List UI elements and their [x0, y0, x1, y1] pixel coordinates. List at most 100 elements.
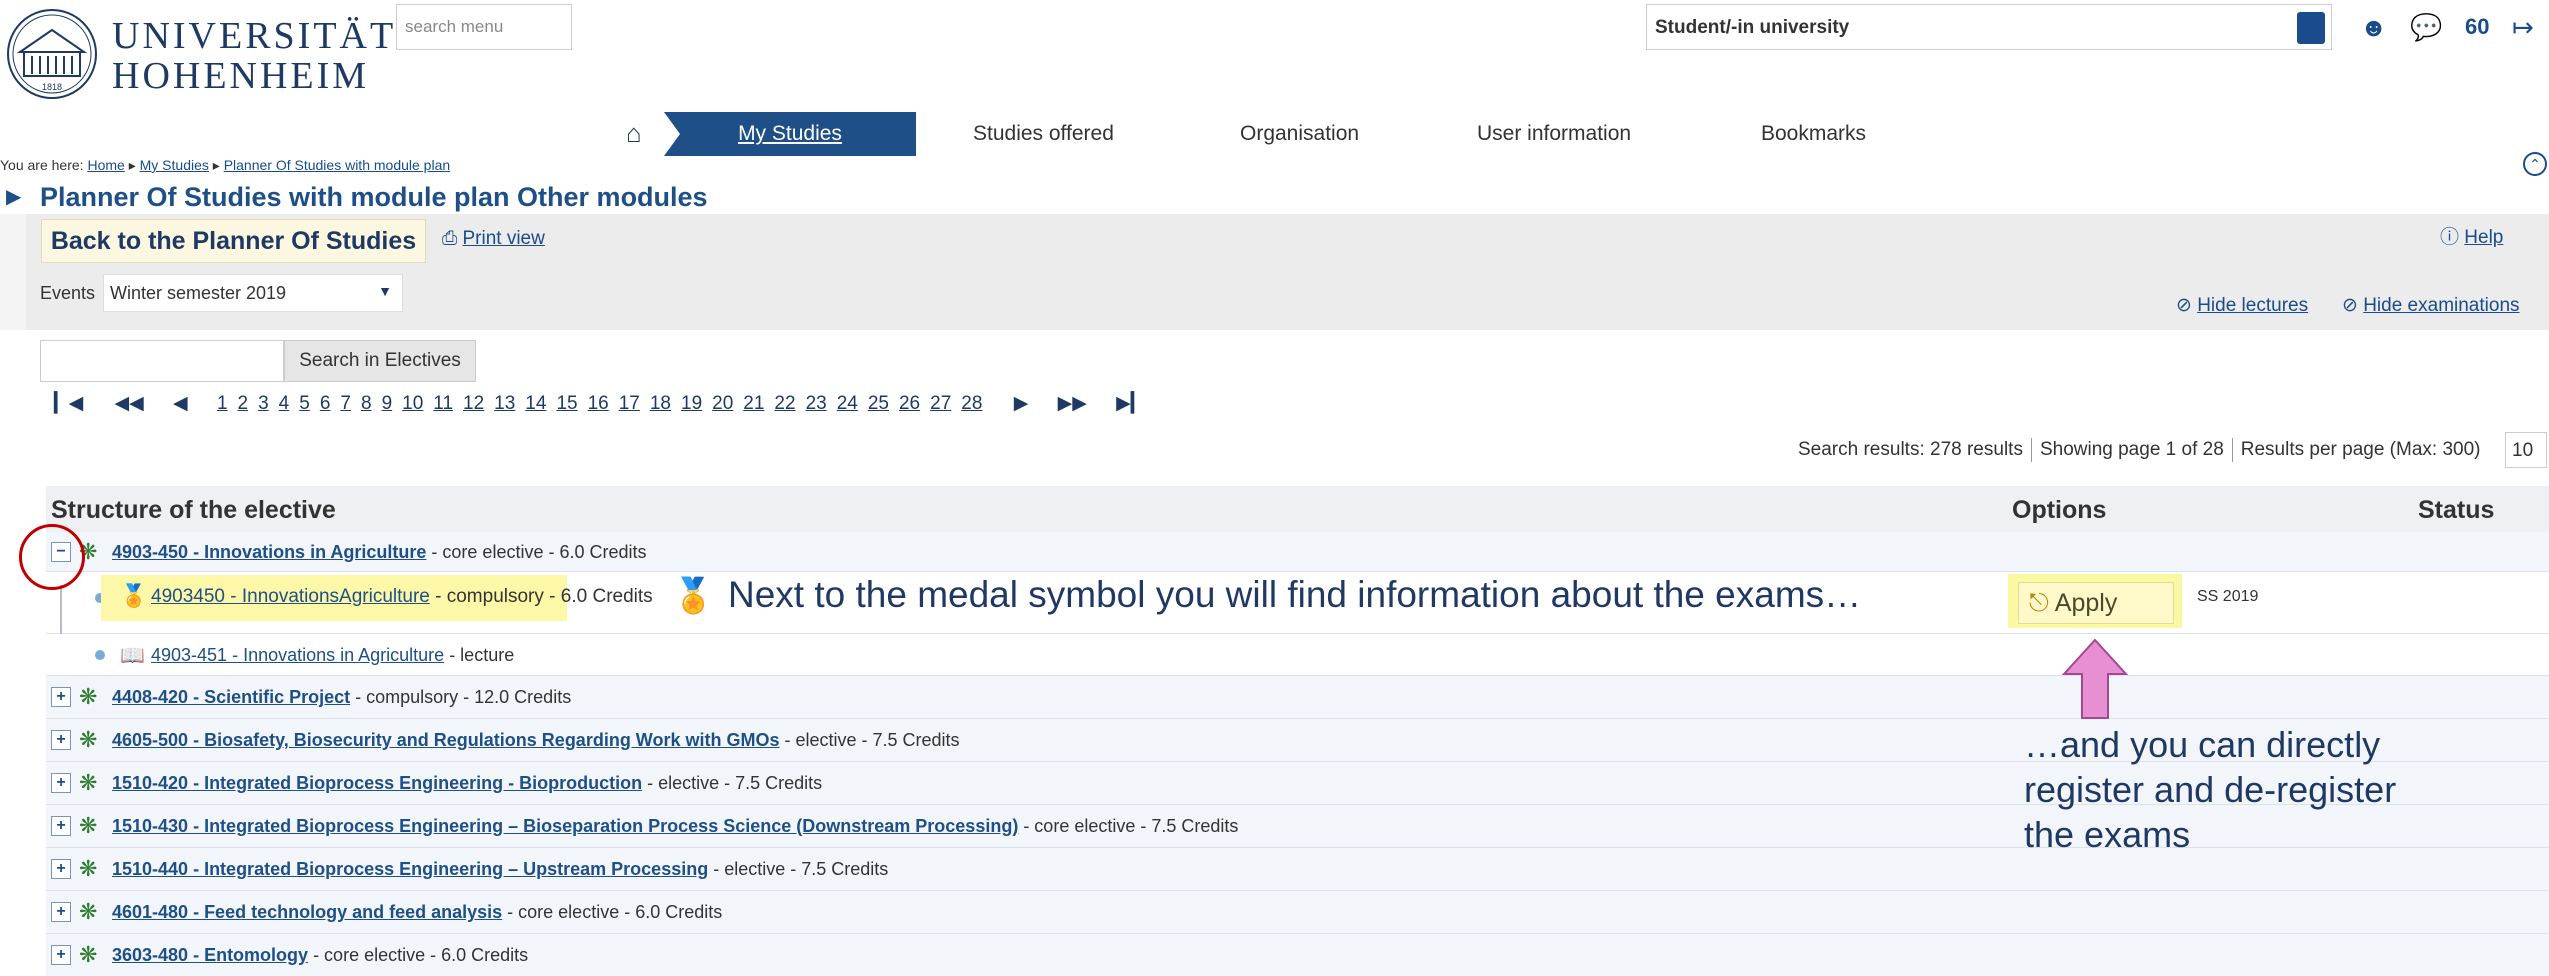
nav-user-information[interactable]: User information — [1477, 122, 1631, 146]
elective-search-input[interactable] — [40, 340, 284, 382]
next-page-icon[interactable]: ▶ — [1014, 392, 1029, 415]
page-link[interactable]: 23 — [806, 393, 827, 415]
puzzle-icon: ❋ — [79, 899, 98, 924]
page-link[interactable]: 14 — [525, 393, 546, 415]
module-link[interactable]: 3603-480 - Entomology — [112, 945, 308, 965]
results-per-page-input[interactable]: 10 — [2505, 432, 2547, 468]
page-link[interactable]: 1 — [217, 393, 228, 415]
module-link[interactable]: 4601-480 - Feed technology and feed anal… — [112, 902, 502, 922]
puzzle-icon: ❋ — [79, 856, 98, 881]
expand-icon[interactable]: + — [51, 859, 71, 879]
breadcrumb-my-studies[interactable]: My Studies — [140, 157, 209, 173]
role-switch-icon[interactable] — [2297, 12, 2325, 44]
lecture-suffix: - lecture — [444, 645, 515, 665]
breadcrumb-home[interactable]: Home — [87, 157, 124, 173]
page-link[interactable]: 3 — [258, 393, 269, 415]
nav-organisation[interactable]: Organisation — [1240, 122, 1359, 146]
page-link[interactable]: 7 — [340, 393, 351, 415]
print-view-label[interactable]: Print view — [462, 228, 544, 249]
page-link[interactable]: 26 — [899, 393, 920, 415]
hide-lectures-link[interactable]: ⊘ Hide lectures — [2176, 294, 2308, 317]
module-row-text: 4601-480 - Feed technology and feed anal… — [112, 902, 722, 923]
expand-icon[interactable]: + — [51, 902, 71, 922]
page-link[interactable]: 11 — [433, 393, 453, 415]
module-link[interactable]: 4605-500 - Biosafety, Biosecurity and Re… — [112, 730, 780, 750]
hide-lectures-label[interactable]: Hide lectures — [2197, 295, 2308, 316]
hide-examinations-label[interactable]: Hide examinations — [2363, 295, 2519, 316]
eye-slash-icon: ⊘ — [2342, 295, 2358, 316]
expand-icon[interactable]: + — [51, 687, 71, 707]
last-page-icon[interactable]: ▶▎ — [1116, 392, 1145, 415]
university-name-line2: HOHENHEIM — [112, 55, 370, 97]
exam-link[interactable]: 4903450 - InnovationsAgriculture — [151, 586, 430, 607]
events-select[interactable]: Winter semester 2019 ▼ — [103, 274, 403, 312]
home-icon[interactable]: ⌂ — [626, 118, 642, 149]
page-link[interactable]: 4 — [279, 393, 290, 415]
nav-my-studies[interactable]: My Studies — [664, 112, 916, 156]
medal-icon[interactable]: 🏅 — [120, 583, 147, 609]
page-link[interactable]: 28 — [961, 393, 982, 415]
page-link[interactable]: 18 — [650, 393, 671, 415]
help-label[interactable]: Help — [2464, 227, 2503, 248]
forward-10-pages-icon[interactable]: ▶▶ — [1058, 392, 1087, 415]
role-selector[interactable]: Student/-in university — [1646, 4, 2332, 50]
apply-button[interactable]: ⎋ Apply — [2018, 582, 2174, 624]
column-status: Status — [2418, 496, 2495, 524]
exam-row-text: 4903450 - InnovationsAgriculture - compu… — [151, 586, 653, 608]
first-page-icon[interactable]: ▎◀ — [54, 392, 83, 415]
nav-studies-offered[interactable]: Studies offered — [973, 122, 1114, 146]
page-link[interactable]: 20 — [712, 393, 733, 415]
expand-icon[interactable]: + — [51, 730, 71, 750]
events-label: Events — [40, 283, 96, 303]
page-link[interactable]: 12 — [463, 393, 484, 415]
annotation-exams: Next to the medal symbol you will find i… — [728, 574, 1862, 615]
hide-examinations-link[interactable]: ⊘ Hide examinations — [2342, 294, 2520, 317]
search-electives-button[interactable]: Search in Electives — [284, 340, 476, 382]
page-link[interactable]: 21 — [743, 393, 764, 415]
page-link[interactable]: 17 — [619, 393, 640, 415]
exam-credits: - 6.0 Credits — [543, 586, 653, 607]
nav-bookmarks[interactable]: Bookmarks — [1761, 122, 1866, 146]
breadcrumb-planner[interactable]: Planner Of Studies with module plan — [224, 157, 450, 173]
university-logo: 1818 — [7, 9, 97, 99]
page-link[interactable]: 5 — [299, 393, 310, 415]
lecture-link[interactable]: 4903-451 - Innovations in Agriculture — [151, 645, 444, 665]
annotation-circle — [19, 524, 85, 590]
user-icon[interactable]: ☻ — [2360, 12, 2387, 42]
page-link[interactable]: 2 — [238, 393, 249, 415]
search-menu-input[interactable]: search menu — [396, 4, 572, 50]
help-link[interactable]: ⓘ Help — [2440, 222, 2503, 249]
page-link[interactable]: 19 — [681, 393, 702, 415]
page-link[interactable]: 25 — [868, 393, 889, 415]
module-link[interactable]: 1510-420 - Integrated Bioprocess Enginee… — [112, 773, 642, 793]
chat-add-icon[interactable]: 💬 — [2410, 12, 2442, 42]
annotation-arrow — [2062, 638, 2128, 719]
page-link[interactable]: 9 — [382, 393, 393, 415]
module-link[interactable]: 1510-440 - Integrated Bioprocess Enginee… — [112, 859, 708, 879]
page-link[interactable]: 27 — [930, 393, 951, 415]
print-view-link[interactable]: ⎙ Print view — [442, 228, 545, 250]
page-link[interactable]: 6 — [320, 393, 331, 415]
page-link[interactable]: 13 — [494, 393, 515, 415]
page-link[interactable]: 8 — [361, 393, 372, 415]
info-icon: ⓘ — [2440, 227, 2460, 248]
expand-icon[interactable]: + — [51, 945, 71, 965]
page-link[interactable]: 10 — [402, 393, 423, 415]
module-link[interactable]: 1510-430 - Integrated Bioprocess Enginee… — [112, 816, 1018, 836]
logout-icon[interactable]: ↦ — [2512, 12, 2534, 42]
page-link[interactable]: 16 — [588, 393, 609, 415]
back-10-pages-icon[interactable]: ◀◀ — [115, 392, 144, 415]
page-link[interactable]: 24 — [837, 393, 858, 415]
page-link[interactable]: 22 — [774, 393, 795, 415]
scroll-up-icon[interactable]: ⌃ — [2523, 152, 2547, 176]
expand-icon[interactable]: + — [51, 816, 71, 836]
module-row-text: 1510-420 - Integrated Bioprocess Enginee… — [112, 773, 822, 794]
notification-count[interactable]: 60 — [2465, 14, 2489, 40]
sidebar-toggle-icon[interactable]: ▶ — [6, 184, 21, 209]
previous-page-icon[interactable]: ◀ — [173, 392, 188, 415]
back-to-planner-button[interactable]: Back to the Planner Of Studies — [41, 219, 426, 263]
module-link[interactable]: 4903-450 - Innovations in Agriculture — [112, 542, 426, 562]
page-link[interactable]: 15 — [556, 393, 577, 415]
expand-icon[interactable]: + — [51, 773, 71, 793]
module-link[interactable]: 4408-420 - Scientific Project — [112, 687, 350, 707]
